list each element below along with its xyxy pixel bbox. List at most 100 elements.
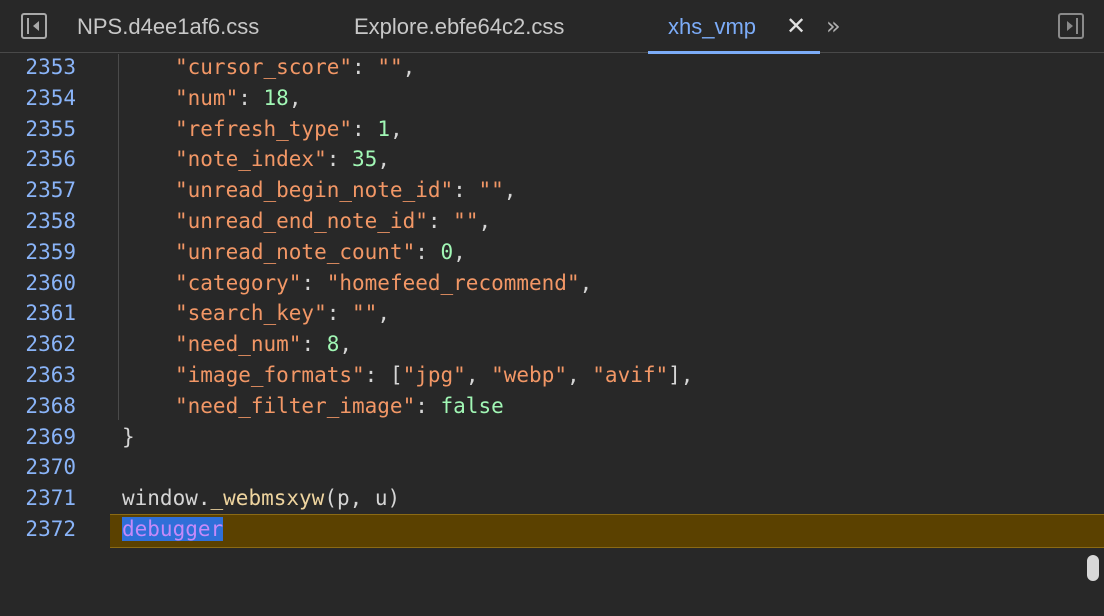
line-number[interactable]: 2354 — [0, 83, 76, 114]
comma: , — [377, 147, 390, 172]
punctuation: ] — [668, 363, 681, 387]
line-number[interactable]: 2368 — [0, 391, 76, 422]
tab-xhs-vmp-label: xhs_vmp — [668, 14, 757, 39]
object-key: "unread_note_count" — [175, 239, 416, 264]
comma: , — [288, 85, 302, 110]
object-value: "" — [453, 209, 479, 233]
code-text: "image_formats": ["jpg", "webp", "avif"]… — [175, 360, 693, 391]
function-call: window._webmsxyw(p, u) — [122, 483, 400, 514]
call-object: window. — [122, 486, 211, 511]
object-value: 0 — [440, 239, 454, 264]
line-number[interactable]: 2353 — [0, 52, 76, 83]
code-line: 2361 "search_key": "", — [0, 298, 1104, 329]
object-value: 1 — [377, 116, 390, 141]
object-key: "need_num" — [175, 332, 302, 357]
comma: , — [377, 301, 390, 326]
colon: : — [415, 393, 441, 418]
object-value: 18 — [263, 85, 289, 110]
colon: : — [453, 178, 479, 203]
line-number[interactable]: 2371 — [0, 483, 76, 514]
code-text: "cursor_score": "", — [175, 52, 415, 83]
comma: , — [402, 55, 416, 79]
object-key: "note_index" — [175, 147, 327, 172]
object-value: "" — [377, 55, 403, 79]
close-brace: } — [122, 424, 135, 449]
punctuation: , — [465, 363, 492, 387]
object-key: "unread_begin_note_id" — [175, 178, 454, 203]
punctuation: [ — [389, 363, 403, 387]
code-line: 2358 "unread_end_note_id": "", — [0, 206, 1104, 237]
code-line: 2360 "category": "homefeed_recommend", — [0, 268, 1104, 299]
tab-xhs-vmp[interactable]: xhs_vmp ✕ — [648, 0, 820, 54]
line-number[interactable]: 2362 — [0, 329, 76, 360]
code-line: 2353 "cursor_score": "", — [0, 52, 1104, 83]
toggle-debugger-icon[interactable] — [1058, 13, 1084, 39]
more-tabs-icon[interactable]: » — [826, 0, 841, 53]
call-arguments: (p, u) — [324, 486, 401, 511]
code-text: "need_num": 8, — [175, 329, 352, 360]
colon: : — [427, 209, 454, 233]
line-number[interactable]: 2360 — [0, 268, 76, 299]
comma: , — [680, 363, 694, 387]
call-function-name: _webmsxyw — [210, 486, 325, 511]
debugger-keyword[interactable]: debugger — [122, 517, 224, 541]
object-key: "need_filter_image" — [175, 393, 416, 418]
code-line: 2356 "note_index": 35, — [0, 144, 1104, 175]
object-key: "num" — [175, 85, 239, 110]
array-item: "webp" — [491, 363, 567, 387]
object-value: 8 — [326, 332, 340, 357]
code-text: "note_index": 35, — [175, 144, 390, 175]
colon: : — [301, 270, 327, 295]
code-text: "num": 18, — [175, 83, 301, 114]
code-text: "category": "homefeed_recommend", — [175, 268, 592, 299]
colon: : — [352, 55, 378, 79]
colon: : — [326, 147, 353, 172]
code-text: "unread_begin_note_id": "", — [175, 175, 516, 206]
line-number[interactable]: 2369 — [0, 422, 76, 453]
toggle-navigator-icon[interactable] — [21, 13, 47, 39]
line-number[interactable]: 2363 — [0, 360, 76, 391]
code-line: 2370 — [0, 452, 1104, 483]
code-line: 2369} — [0, 422, 1104, 453]
code-line: 2363 "image_formats": ["jpg", "webp", "av… — [0, 360, 1104, 391]
colon: : — [352, 116, 378, 141]
object-key: "unread_end_note_id" — [175, 209, 428, 233]
line-number[interactable]: 2358 — [0, 206, 76, 237]
tab-explore-css[interactable]: Explore.ebfe64c2.css — [354, 0, 564, 53]
comma: , — [339, 332, 353, 357]
toggle-debugger-icon-arrow — [1067, 21, 1073, 31]
line-number[interactable]: 2357 — [0, 175, 76, 206]
code-line: 2368 "need_filter_image": false — [0, 391, 1104, 422]
array-item: "avif" — [592, 363, 669, 387]
scrollbar-thumb[interactable] — [1087, 555, 1099, 581]
line-number[interactable]: 2370 — [0, 452, 76, 483]
line-number[interactable]: 2361 — [0, 298, 76, 329]
object-value: false — [440, 393, 504, 418]
code-text: "need_filter_image": false — [175, 391, 504, 422]
comma: , — [389, 116, 403, 141]
colon: : — [415, 239, 441, 264]
code-line: 2359 "unread_note_count": 0, — [0, 237, 1104, 268]
toggle-navigator-icon-arrow — [33, 21, 39, 31]
line-number[interactable]: 2355 — [0, 114, 76, 145]
code-line: 2371 window._webmsxyw(p, u) — [0, 483, 1104, 514]
close-icon[interactable]: ✕ — [786, 0, 806, 53]
line-number[interactable]: 2359 — [0, 237, 76, 268]
toggle-navigator-icon-bar — [27, 18, 29, 34]
code-text: "unread_end_note_id": "", — [175, 206, 491, 237]
comma: , — [478, 209, 492, 233]
object-value: "" — [478, 178, 504, 203]
object-value: 35 — [352, 147, 378, 172]
code-line: 2372 debugger — [0, 514, 1104, 545]
object-key: "cursor_score" — [175, 55, 353, 79]
colon: : — [364, 363, 390, 387]
array-item: "jpg" — [402, 363, 466, 387]
object-key: "search_key" — [175, 301, 327, 326]
line-number[interactable]: 2356 — [0, 144, 76, 175]
tab-nps-css[interactable]: NPS.d4ee1af6.css — [77, 0, 259, 53]
code-line: 2355 "refresh_type": 1, — [0, 114, 1104, 145]
object-value: "" — [352, 301, 378, 326]
toggle-debugger-icon-bar — [1076, 18, 1078, 34]
object-key: "image_formats" — [175, 363, 365, 387]
line-number[interactable]: 2372 — [0, 514, 76, 545]
